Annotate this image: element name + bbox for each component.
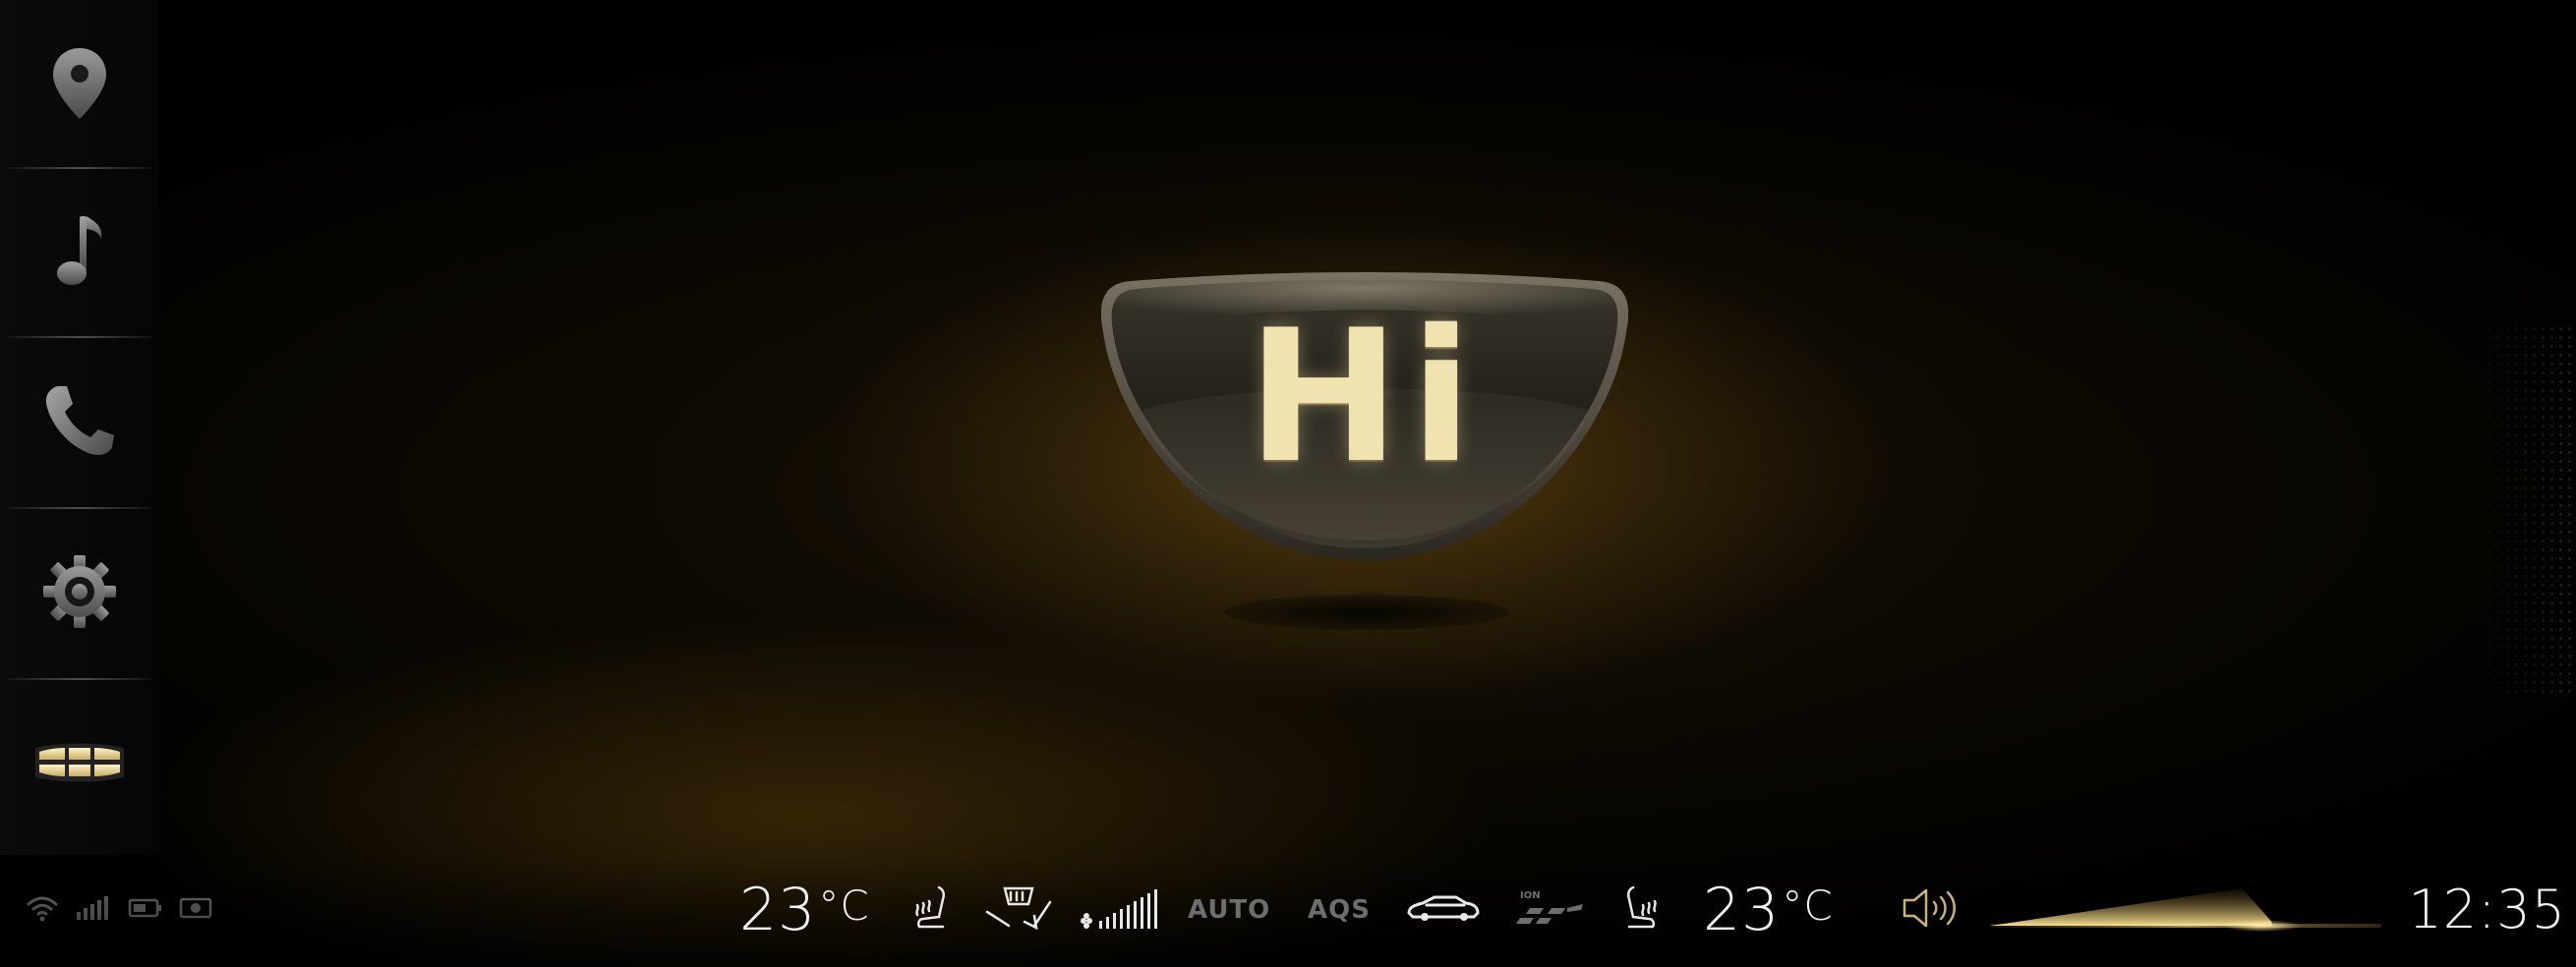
windshield-defrost-button[interactable]	[979, 881, 1054, 939]
driver-temperature-value: 23	[739, 876, 817, 944]
driver-seat-heat-button[interactable]	[905, 881, 960, 939]
fan-level-bar	[1141, 897, 1143, 929]
phone-icon	[43, 382, 116, 459]
badge-shadow	[1224, 595, 1509, 630]
speaker-icon	[1901, 886, 1961, 934]
music-note-icon	[50, 212, 109, 291]
fan-level-bar	[1106, 917, 1109, 929]
fan-level-bar	[1147, 893, 1150, 929]
temperature-unit: °C	[1782, 882, 1834, 930]
sidebar	[0, 0, 159, 855]
sidebar-item-navigation[interactable]	[0, 2, 159, 167]
fan-icon	[1078, 885, 1162, 935]
fan-level-bar	[1113, 913, 1116, 929]
fan-level-bar	[1154, 889, 1157, 929]
location-pin-icon	[50, 46, 109, 123]
passenger-temperature[interactable]: 23°C	[1703, 875, 1834, 945]
clock: 12:35	[2408, 879, 2566, 940]
seat-heat-icon	[1617, 883, 1663, 937]
gear-icon	[41, 553, 118, 630]
fan-level-bar	[1127, 905, 1130, 929]
fan-speed-control[interactable]	[1078, 881, 1162, 939]
aqs-button[interactable]: AQS	[1308, 881, 1371, 939]
brand-logo-icon	[31, 740, 128, 785]
ion-icon: ION	[1512, 886, 1587, 934]
windshield-airflow-icon	[981, 882, 1052, 938]
sidebar-item-music[interactable]	[0, 169, 159, 334]
passenger-seat-heat-button[interactable]	[1612, 881, 1668, 939]
air-recirculation-button[interactable]	[1404, 881, 1483, 939]
sidebar-item-settings[interactable]	[0, 509, 159, 674]
fan-level-bar	[1134, 901, 1137, 929]
ion-purifier-button[interactable]: ION	[1510, 881, 1589, 939]
car-recirculation-icon	[1405, 891, 1482, 929]
volume-slider[interactable]	[1988, 882, 2383, 939]
temperature-unit: °C	[818, 882, 870, 930]
ion-label: ION	[1520, 890, 1541, 901]
greeting-text: Hi	[1247, 289, 1483, 503]
volume-thumb[interactable]	[2222, 920, 2302, 932]
volume-button[interactable]	[1900, 881, 1962, 939]
seat-heat-icon	[909, 883, 955, 937]
fan-level-bar	[1099, 921, 1102, 929]
auto-climate-button[interactable]: AUTO	[1188, 881, 1270, 939]
fan-level-bar	[1120, 909, 1123, 929]
sidebar-item-home[interactable]	[0, 680, 159, 845]
driver-temperature[interactable]: 23°C	[739, 875, 870, 945]
sidebar-item-phone[interactable]	[0, 338, 159, 503]
volume-level-fill	[1990, 888, 2272, 926]
dot-pattern-decoration	[2468, 324, 2576, 698]
passenger-temperature-value: 23	[1703, 876, 1781, 944]
